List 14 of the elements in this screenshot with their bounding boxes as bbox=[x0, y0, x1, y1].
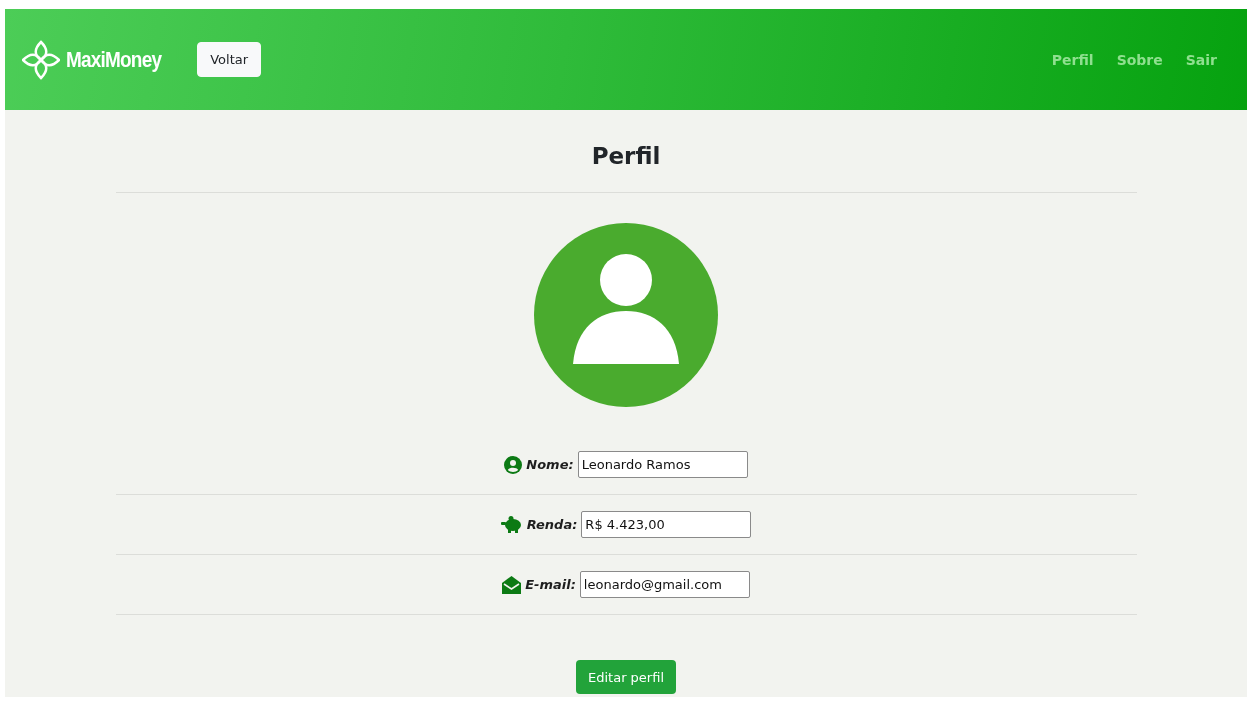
input-field[interactable]: Leonardo Ramos bbox=[577, 451, 748, 478]
back-button[interactable]: Voltar bbox=[197, 42, 262, 77]
page-title: Perfil bbox=[591, 143, 661, 171]
input-field[interactable]: leonardo@gmail.com bbox=[579, 571, 750, 598]
field-label: Nome: bbox=[526, 457, 574, 472]
flower-logo-icon bbox=[22, 39, 60, 80]
avatar-icon bbox=[534, 223, 718, 407]
field-label: E-mail: bbox=[525, 577, 576, 592]
brand-name: MaxiMoney bbox=[66, 46, 162, 73]
field-label: Renda: bbox=[526, 517, 578, 532]
piggy-bank-icon bbox=[500, 516, 523, 533]
user-circle-icon bbox=[504, 455, 523, 474]
input-field[interactable]: R$ 4.423,00 bbox=[581, 511, 752, 538]
envelope-icon bbox=[502, 575, 522, 594]
